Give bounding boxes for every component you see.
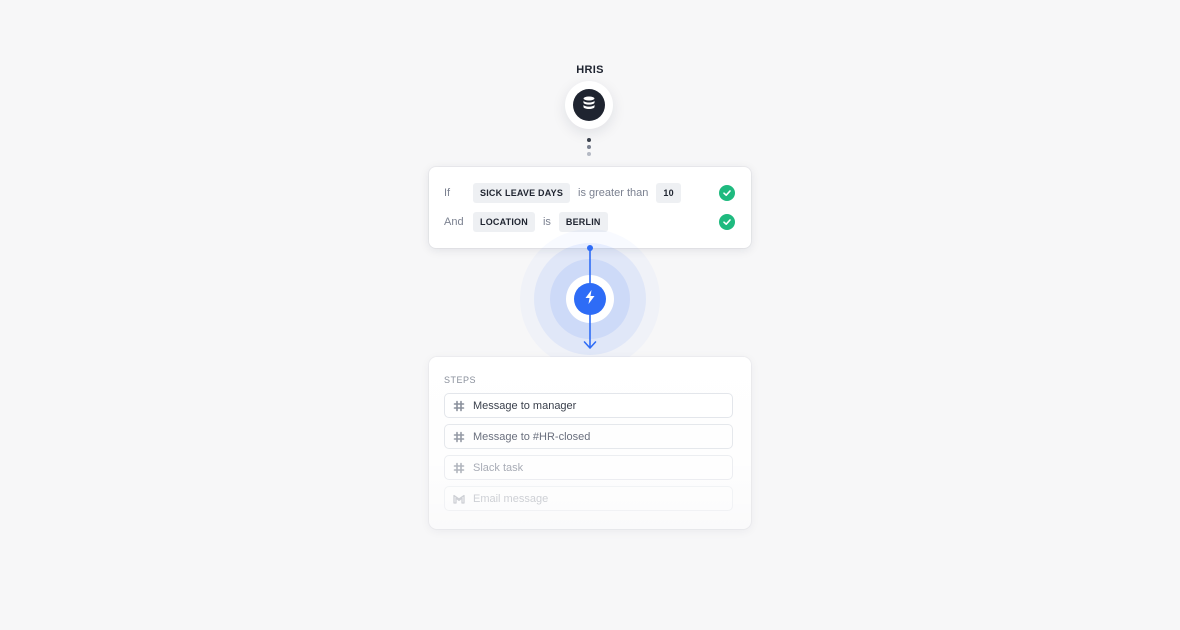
step-item[interactable]: Slack task <box>444 455 733 480</box>
step-label: Slack task <box>473 461 524 474</box>
gmail-icon <box>453 493 465 505</box>
trigger-node[interactable] <box>574 283 606 315</box>
condition-operator: is greater than <box>578 187 649 199</box>
step-item[interactable]: Message to manager <box>444 393 733 418</box>
source-label: HRIS <box>576 64 604 76</box>
condition-row: If SICK LEAVE DAYS is greater than 10 <box>444 183 735 203</box>
step-item[interactable]: Email message <box>444 486 733 511</box>
step-label: Email message <box>473 492 549 505</box>
lightning-bolt-icon <box>583 289 597 310</box>
slack-icon <box>453 462 465 474</box>
condition-field-chip[interactable]: LOCATION <box>473 212 535 232</box>
ellipsis-connector <box>586 138 592 159</box>
condition-keyword: If <box>444 187 451 199</box>
steps-card: STEPS Message to manager Message to #HR-… <box>429 357 751 529</box>
workflow-canvas: HRIS If SICK LEAVE DAYS is greater than … <box>0 0 1180 630</box>
slack-icon <box>453 431 465 443</box>
condition-field-chip[interactable]: SICK LEAVE DAYS <box>473 183 571 203</box>
steps-title: STEPS <box>444 375 477 385</box>
slack-icon <box>453 400 465 412</box>
condition-value-chip[interactable]: 10 <box>656 183 681 203</box>
database-icon <box>581 95 597 116</box>
source-node[interactable] <box>573 89 605 121</box>
step-label: Message to #HR-closed <box>473 430 591 443</box>
check-icon <box>719 185 735 201</box>
check-icon <box>719 214 735 230</box>
step-label: Message to manager <box>473 399 577 412</box>
condition-operator: is <box>542 216 551 228</box>
condition-keyword: And <box>444 216 464 228</box>
step-item[interactable]: Message to #HR-closed <box>444 424 733 449</box>
